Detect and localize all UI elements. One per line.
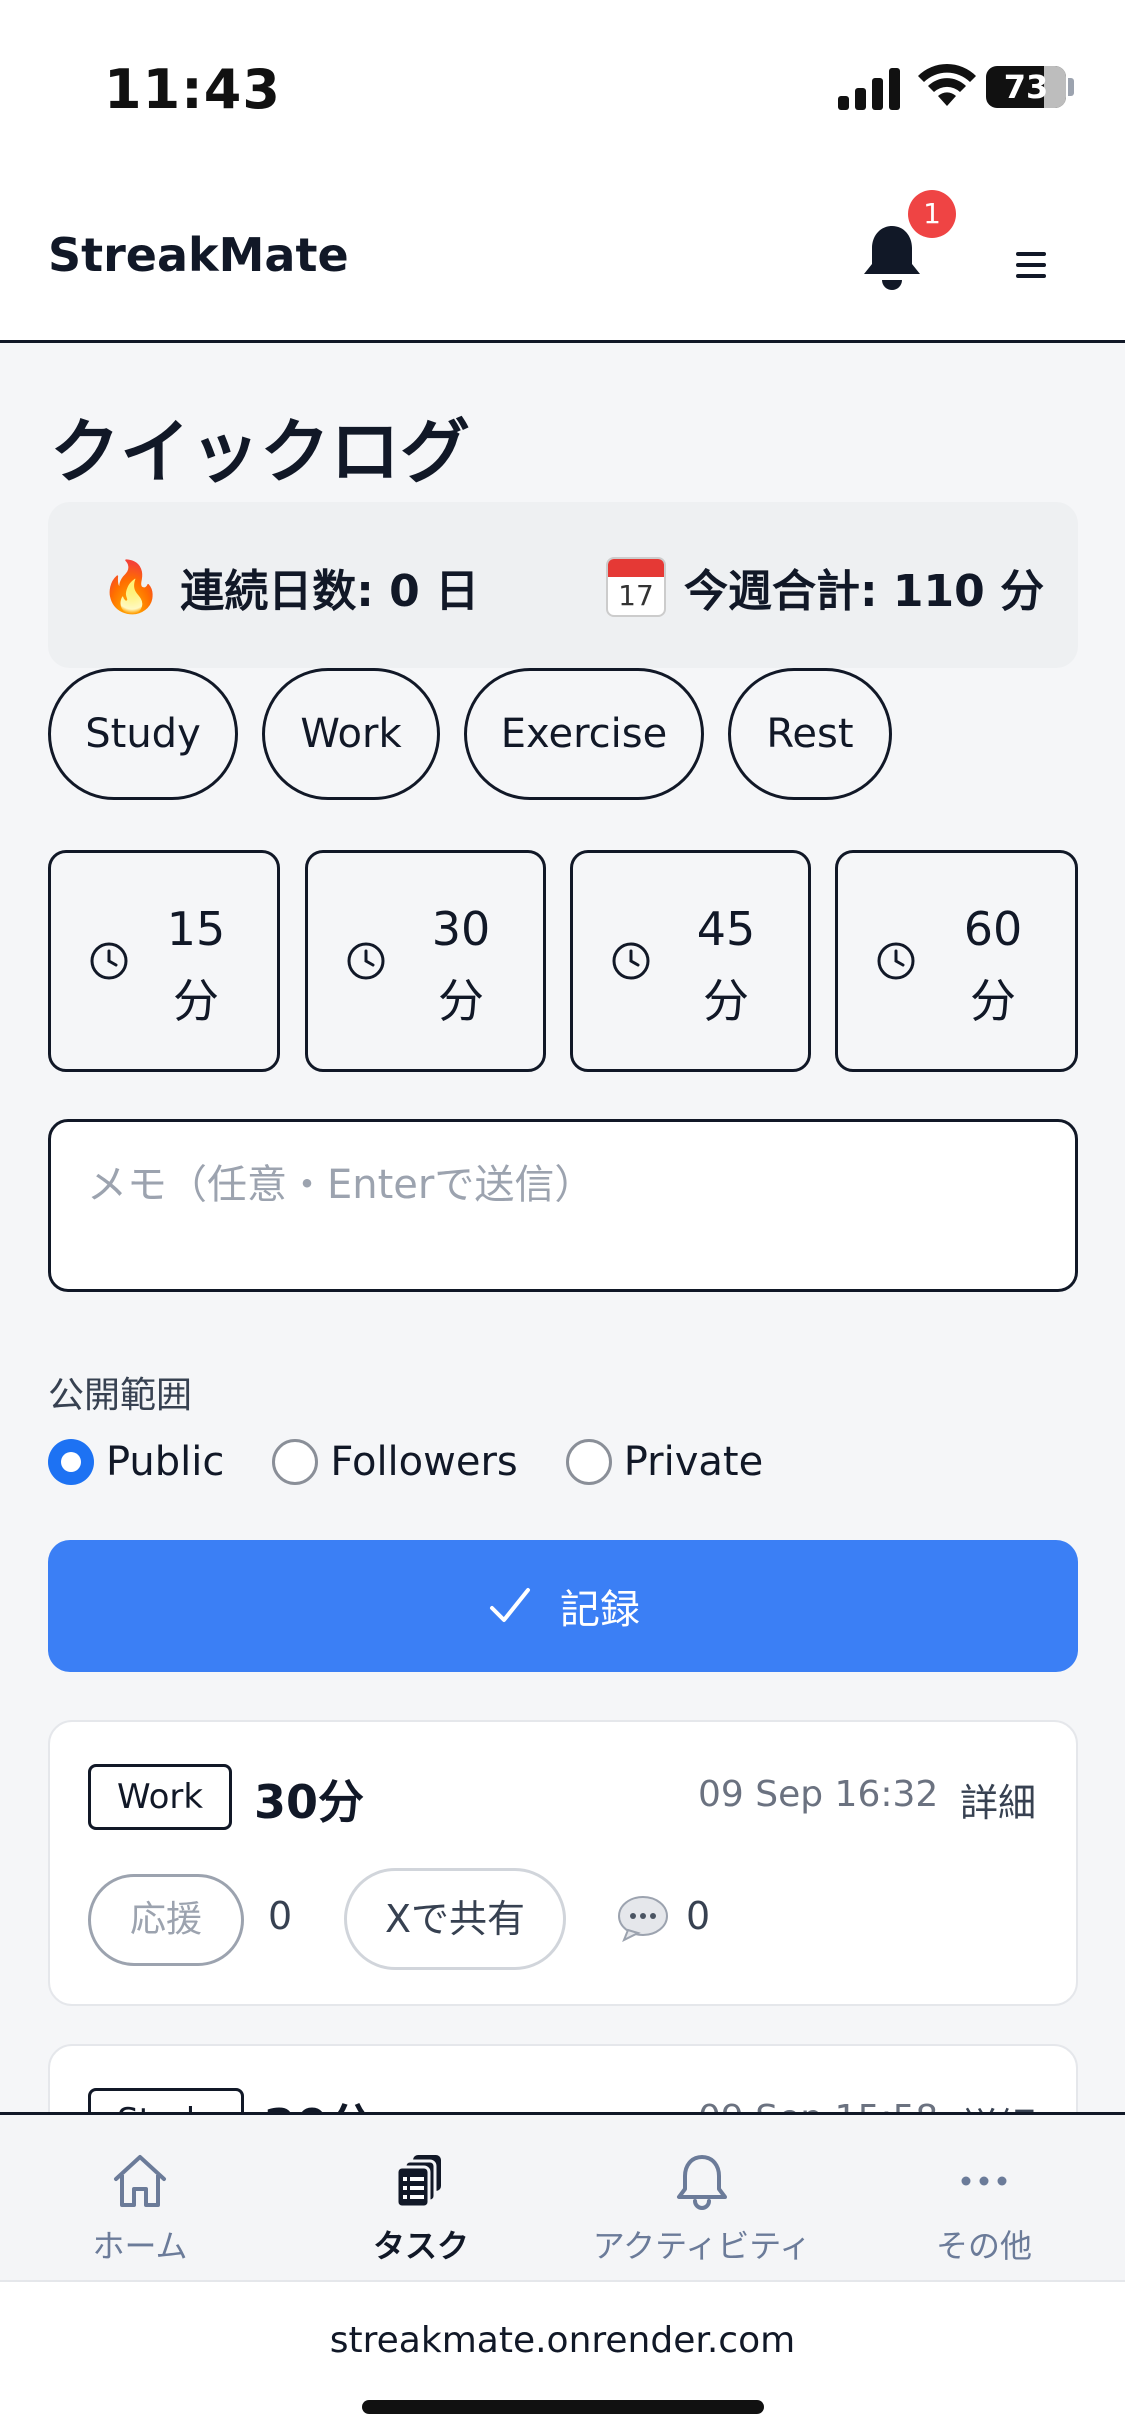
status-bar: 11:43 73 — [0, 0, 1125, 170]
notification-bell-icon[interactable] — [860, 222, 924, 292]
calendar-icon: 17 — [606, 557, 666, 617]
duration-unit: 分 — [970, 974, 1016, 1028]
duration-30-button[interactable]: 30 分 — [305, 850, 546, 1072]
log-datetime: 09 Sep 16:32 — [698, 1774, 939, 1815]
memo-input[interactable] — [48, 1119, 1078, 1292]
tasks-icon — [395, 2155, 441, 2209]
cheer-button[interactable]: 応援 — [88, 1874, 244, 1966]
nav-label: その他 — [935, 2227, 1032, 2265]
duration-unit: 分 — [173, 974, 219, 1028]
home-icon — [114, 2155, 166, 2207]
chip-exercise[interactable]: Exercise — [464, 668, 704, 800]
clock-icon — [612, 942, 650, 980]
weekly-stat: 17 今週合計: 110 分 — [606, 552, 1044, 622]
duration-value: 45 — [696, 902, 756, 956]
radio-label: Followers — [330, 1439, 518, 1485]
visibility-option-public[interactable]: Public — [48, 1439, 224, 1485]
comment-bubble-icon[interactable] — [616, 1894, 670, 1942]
visibility-options: Public Followers Private — [48, 1432, 811, 1492]
duration-unit: 分 — [703, 974, 749, 1028]
radio-private[interactable] — [565, 1439, 612, 1485]
duration-value: 30 — [431, 902, 491, 956]
streak-label: 連続日数: 0 日 — [180, 566, 480, 617]
share-x-button[interactable]: Xで共有 — [344, 1868, 566, 1970]
bottom-navigation: ホーム タスク アクティビティ その他 — [0, 2112, 1125, 2280]
clock-icon — [347, 942, 385, 980]
record-button[interactable]: 記録 — [48, 1540, 1078, 1672]
nav-label: アクティビティ — [592, 2227, 812, 2265]
fire-icon: 🔥 — [100, 557, 163, 616]
visibility-option-private[interactable]: Private — [565, 1439, 764, 1485]
nav-item-home[interactable]: ホーム — [0, 2115, 280, 2283]
bell-icon — [677, 2155, 727, 2210]
notification-badge: 1 — [908, 190, 956, 238]
radio-label: Public — [106, 1439, 225, 1485]
duration-45-button[interactable]: 45 分 — [570, 850, 811, 1072]
radio-public[interactable] — [48, 1439, 94, 1485]
streak-stat: 🔥 連続日数: 0 日 — [100, 552, 479, 622]
duration-value: 60 — [963, 902, 1023, 956]
nav-label: タスク — [372, 2227, 469, 2265]
visibility-option-followers[interactable]: Followers — [272, 1439, 518, 1485]
page-title: クイックログ — [50, 411, 470, 493]
signal-icon — [838, 66, 902, 110]
checkmark-icon — [490, 1588, 530, 1622]
battery-level: 73 — [1003, 68, 1049, 106]
battery-icon: 73 — [986, 66, 1066, 108]
duration-60-button[interactable]: 60 分 — [835, 850, 1078, 1072]
radio-label: Private — [623, 1439, 764, 1485]
cheer-count: 0 — [268, 1894, 293, 1938]
radio-followers[interactable] — [272, 1439, 319, 1485]
weekly-total-label: 今週合計: 110 分 — [684, 566, 1045, 617]
clock-icon — [877, 942, 915, 980]
stats-card: 🔥 連続日数: 0 日 17 今週合計: 110 分 — [48, 502, 1078, 668]
chip-work[interactable]: Work — [262, 668, 440, 800]
browser-url-bar: streakmate.onrender.com — [0, 2280, 1125, 2436]
log-card: Work 30分 09 Sep 16:32 詳細 応援 0 Xで共有 0 — [48, 1720, 1078, 2006]
log-detail-link[interactable]: 詳細 — [960, 1772, 1036, 1827]
app-header: StreakMate 1 — [0, 170, 1125, 343]
more-icon — [961, 2176, 1007, 2186]
nav-item-activity[interactable]: アクティビティ — [562, 2115, 842, 2283]
hamburger-menu-icon[interactable] — [1016, 252, 1046, 278]
nav-item-tasks[interactable]: タスク — [281, 2115, 561, 2283]
status-time: 11:43 — [104, 58, 281, 121]
wifi-icon — [918, 63, 976, 106]
chip-rest[interactable]: Rest — [728, 668, 892, 800]
home-indicator[interactable] — [362, 2400, 764, 2414]
duration-unit: 分 — [438, 974, 484, 1028]
nav-item-more[interactable]: その他 — [844, 2115, 1124, 2283]
log-category-tag: Work — [88, 1764, 233, 1830]
comment-count: 0 — [686, 1894, 711, 1938]
visibility-label: 公開範囲 — [48, 1375, 193, 1416]
record-button-label: 記録 — [560, 1587, 640, 1633]
nav-label: ホーム — [92, 2227, 188, 2265]
chip-study[interactable]: Study — [48, 668, 238, 800]
duration-value: 15 — [166, 902, 226, 956]
url-text[interactable]: streakmate.onrender.com — [0, 2320, 1125, 2361]
app-title[interactable]: StreakMate — [48, 228, 349, 282]
clock-icon — [90, 942, 128, 980]
duration-15-button[interactable]: 15 分 — [48, 850, 280, 1072]
log-duration: 30分 — [254, 1775, 365, 1829]
